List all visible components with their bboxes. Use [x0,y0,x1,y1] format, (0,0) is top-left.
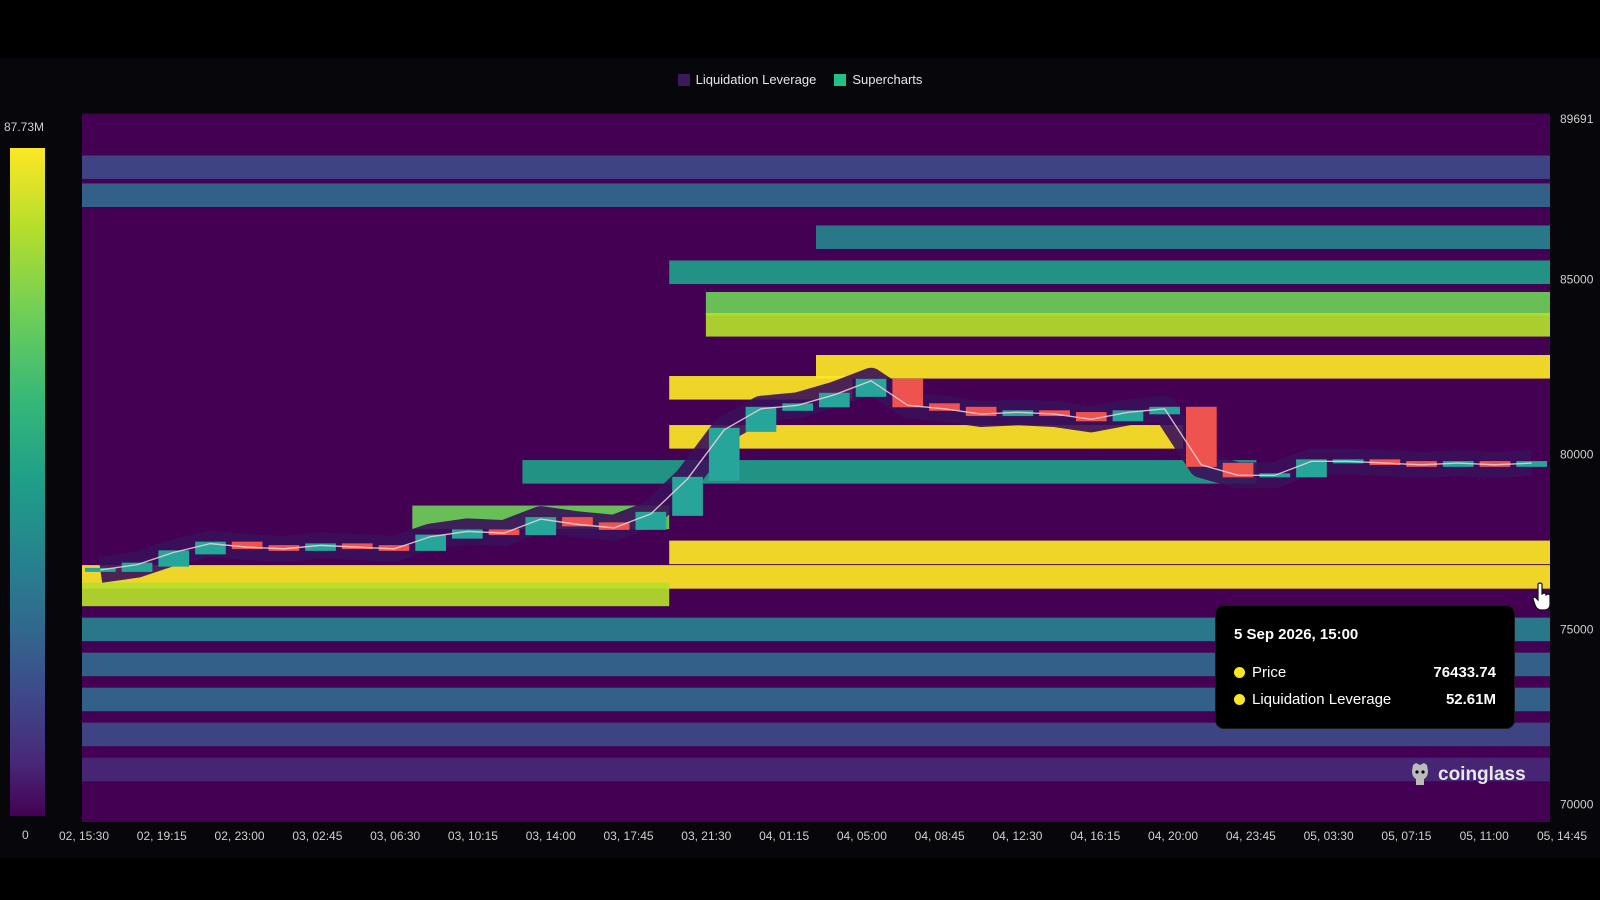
heatmap-band [705,312,1550,337]
heatmap-band [82,183,1550,208]
x-tick-label: 05, 14:45 [1537,829,1587,843]
tooltip-row-liquidation-leverage: Liquidation Leverage 52.61M [1234,691,1496,708]
tooltip-value: 52.61M [1445,691,1496,708]
heatmap-band [82,155,1550,179]
x-tick-label: 03, 17:45 [604,829,654,843]
x-tick-label: 05, 07:15 [1381,829,1431,843]
heatmap-band [705,291,1550,316]
heatmap-band [82,757,1550,782]
tooltip-dot-icon [1234,667,1245,678]
price-candle [672,476,703,516]
tooltip-row-price: Price 76433.74 [1234,664,1496,681]
y-tick-label: 70000 [1560,797,1594,811]
x-tick-label: 02, 23:00 [215,829,265,843]
price-candle [708,427,740,481]
brand-name: coinglass [1438,764,1526,785]
heatmap-band [816,225,1550,250]
x-tick-label: 03, 14:00 [526,829,576,843]
y-tick-label: 75000 [1560,622,1594,636]
brand-watermark: coinglass [1408,762,1526,788]
price-candle [892,378,924,408]
y-tick-label: 80000 [1560,447,1594,461]
x-tick-label: 04, 01:15 [759,829,809,843]
x-tick-label: 04, 20:00 [1148,829,1198,843]
tooltip-title: 5 Sep 2026, 15:00 [1234,626,1359,643]
x-tick-label: 04, 23:45 [1226,829,1276,843]
heatmap-band [669,540,1550,565]
price-candle [305,543,336,551]
x-tick-label: 02, 15:30 [59,829,109,843]
tooltip-value: 76433.74 [1433,664,1496,681]
tooltip-dot-icon [1234,694,1245,705]
hand-pointer-icon [1532,582,1551,611]
x-tick-label: 04, 08:45 [915,829,965,843]
tooltip-label: Price [1252,664,1287,681]
x-tick-label: 04, 12:30 [992,829,1042,843]
heatmap-chart[interactable]: 02, 15:30 02, 19:15 02, 23:00 03, 02:45 03, … [0,0,1600,900]
price-candle [1149,406,1180,415]
heatmap-band [816,355,1550,379]
heatmap-band [522,460,1257,484]
price-candle [782,403,813,411]
x-tick-label: 04, 16:15 [1070,829,1120,843]
y-tick-label: 89691 [1560,112,1594,126]
x-tick-label: 04, 05:00 [837,829,887,843]
heatmap-band [669,260,1550,285]
x-tick-label: 02, 19:15 [137,829,187,843]
x-tick-label: 05, 11:00 [1460,829,1509,843]
x-tick-label: 03, 21:30 [681,829,731,843]
tooltip: 5 Sep 2026, 15:00 Price 76433.74 Liquida… [1216,606,1514,728]
price-candle [745,406,777,432]
x-tick-label: 03, 06:30 [370,829,420,843]
x-tick-label: 03, 10:15 [448,829,498,843]
heatmap-band [82,582,670,607]
tooltip-label: Liquidation Leverage [1252,691,1392,708]
coinglass-logo-icon [1412,763,1428,785]
y-tick-label: 85000 [1560,272,1594,286]
price-candle [1186,406,1217,467]
heatmap-band [82,113,1550,137]
x-tick-label: 03, 02:45 [292,829,342,843]
x-tick-label: 05, 03:30 [1304,829,1354,843]
